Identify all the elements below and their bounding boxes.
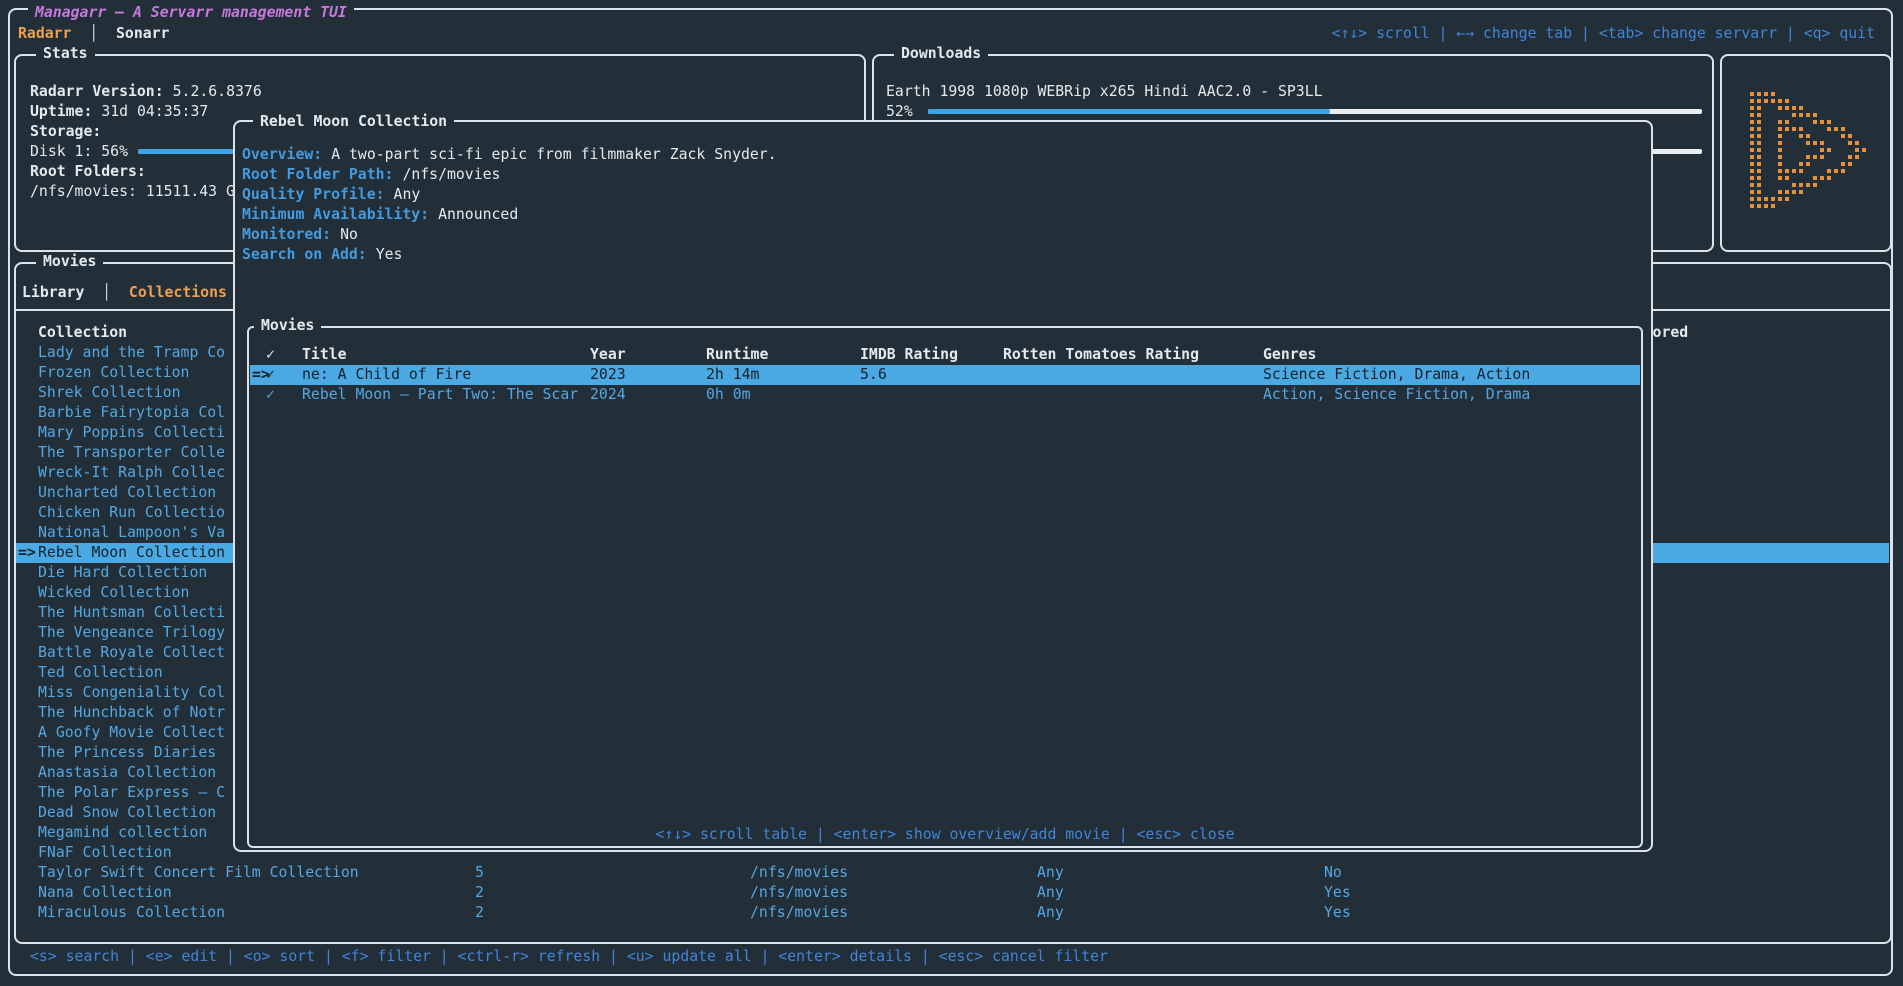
collection-name[interactable]: The Vengeance Trilogy	[38, 623, 225, 643]
collection-name[interactable]: The Polar Express – C	[38, 783, 225, 803]
selection-arrow: =>	[18, 543, 36, 563]
detail-label: Root Folder Path:	[242, 166, 393, 183]
modal-column-header: ✓	[266, 345, 275, 365]
collection-path: /nfs/movies	[750, 883, 848, 903]
collection-name[interactable]: Rebel Moon Collection	[38, 543, 225, 563]
collection-movies: 2	[475, 883, 484, 903]
movie-year: 2024	[590, 385, 626, 405]
modal-column-header: Title	[302, 345, 347, 365]
collection-path: /nfs/movies	[750, 863, 848, 883]
detail-value: Announced	[438, 206, 518, 223]
collection-name[interactable]: Anastasia Collection	[38, 763, 216, 783]
modal-movies-title: Movies	[254, 316, 321, 336]
collection-monitored: Yes	[1324, 883, 1351, 903]
app-title: Managarr – A Servarr management TUI	[28, 3, 354, 23]
collection-quality: Any	[1037, 863, 1064, 883]
movie-year: 2023	[590, 365, 626, 385]
movie-title[interactable]: Rebel Moon – Part Two: The Scar	[302, 385, 578, 405]
collection-details-modal: Rebel Moon Collection Overview:A two-par…	[233, 120, 1653, 852]
collection-movies: 2	[475, 903, 484, 923]
collection-name[interactable]: Megamind collection	[38, 823, 207, 843]
collection-name[interactable]: Ted Collection	[38, 663, 163, 683]
collection-name[interactable]: Mary Poppins Collecti	[38, 423, 225, 443]
collection-name[interactable]: Battle Royale Collect	[38, 643, 225, 663]
collection-name[interactable]: Wicked Collection	[38, 583, 189, 603]
modal-detail-line: Search on Add: Yes	[242, 245, 402, 265]
detail-value: Yes	[376, 246, 403, 263]
detail-label: Overview:	[242, 146, 322, 163]
collection-name[interactable]: Die Hard Collection	[38, 563, 207, 583]
modal-column-header: Runtime	[706, 345, 768, 365]
collection-name[interactable]: Frozen Collection	[38, 363, 189, 383]
detail-value: No	[340, 226, 358, 243]
collection-movies: 5	[475, 863, 484, 883]
modal-column-header: Rotten Tomatoes Rating	[1003, 345, 1199, 365]
column-header-collection: Collection	[38, 323, 127, 343]
modal-detail-line: Minimum Availability: Announced	[242, 205, 518, 225]
modal-detail-line: Overview: A two-part sci-fi epic from fil…	[242, 145, 777, 165]
collection-name[interactable]: National Lampoon's Va	[38, 523, 225, 543]
collection-name[interactable]: Wreck-It Ralph Collec	[38, 463, 225, 483]
collection-name[interactable]: Miss Congeniality Col	[38, 683, 225, 703]
collection-monitored: No	[1324, 863, 1342, 883]
collection-name[interactable]: Taylor Swift Concert Film Collection	[38, 863, 359, 883]
collection-name[interactable]: Barbie Fairytopia Col	[38, 403, 225, 423]
collection-name[interactable]: Uncharted Collection	[38, 483, 216, 503]
detail-value: A two-part sci-fi epic from filmmaker Za…	[331, 146, 776, 163]
stats-panel-title: Stats	[36, 44, 95, 64]
modal-detail-line: Quality Profile: Any	[242, 185, 420, 205]
collection-name[interactable]: A Goofy Movie Collect	[38, 723, 225, 743]
collection-name[interactable]: Chicken Run Collectio	[38, 503, 225, 523]
movies-panel-title: Movies	[36, 252, 103, 272]
modal-column-header: Year	[590, 345, 626, 365]
movie-imdb-rating: 5.6	[860, 365, 887, 385]
collection-name[interactable]: Shrek Collection	[38, 383, 181, 403]
collection-name[interactable]: Lady and the Tramp Co	[38, 343, 225, 363]
modal-title: Rebel Moon Collection	[253, 112, 454, 132]
collection-name[interactable]: Dead Snow Collection	[38, 803, 216, 823]
detail-value: /nfs/movies	[402, 166, 500, 183]
detail-label: Quality Profile:	[242, 186, 385, 203]
movie-genres: Science Fiction, Drama, Action	[1263, 365, 1530, 385]
modal-help-text: <↑↓> scroll table | <enter> show overvie…	[247, 825, 1643, 845]
collection-quality: Any	[1037, 903, 1064, 923]
movie-runtime: 0h 0m	[706, 385, 751, 405]
collection-name[interactable]: Miraculous Collection	[38, 903, 225, 923]
collection-name[interactable]: Nana Collection	[38, 883, 172, 903]
movie-genres: Action, Science Fiction, Drama	[1263, 385, 1530, 405]
detail-label: Search on Add:	[242, 246, 367, 263]
detail-value: Any	[394, 186, 421, 203]
collection-quality: Any	[1037, 883, 1064, 903]
movie-runtime: 2h 14m	[706, 365, 759, 385]
movie-monitored-check: ✓	[266, 365, 275, 385]
collection-name[interactable]: The Princess Diaries	[38, 743, 216, 763]
movie-monitored-check: ✓	[266, 385, 275, 405]
collection-name[interactable]: FNaF Collection	[38, 843, 172, 863]
modal-column-header: Genres	[1263, 345, 1316, 365]
collection-monitored: Yes	[1324, 903, 1351, 923]
managarr-tui-screen: Managarr – A Servarr management TUI Rada…	[0, 0, 1903, 986]
collection-path: /nfs/movies	[750, 903, 848, 923]
movie-title[interactable]: ne: A Child of Fire	[302, 365, 471, 385]
collection-name[interactable]: The Hunchback of Notr	[38, 703, 225, 723]
modal-column-header: IMDB Rating	[860, 345, 958, 365]
collection-name[interactable]: The Transporter Colle	[38, 443, 225, 463]
downloads-panel-title: Downloads	[894, 44, 988, 64]
collection-name[interactable]: The Huntsman Collecti	[38, 603, 225, 623]
modal-detail-line: Monitored: No	[242, 225, 358, 245]
detail-label: Monitored:	[242, 226, 331, 243]
detail-label: Minimum Availability:	[242, 206, 429, 223]
modal-detail-line: Root Folder Path: /nfs/movies	[242, 165, 500, 185]
